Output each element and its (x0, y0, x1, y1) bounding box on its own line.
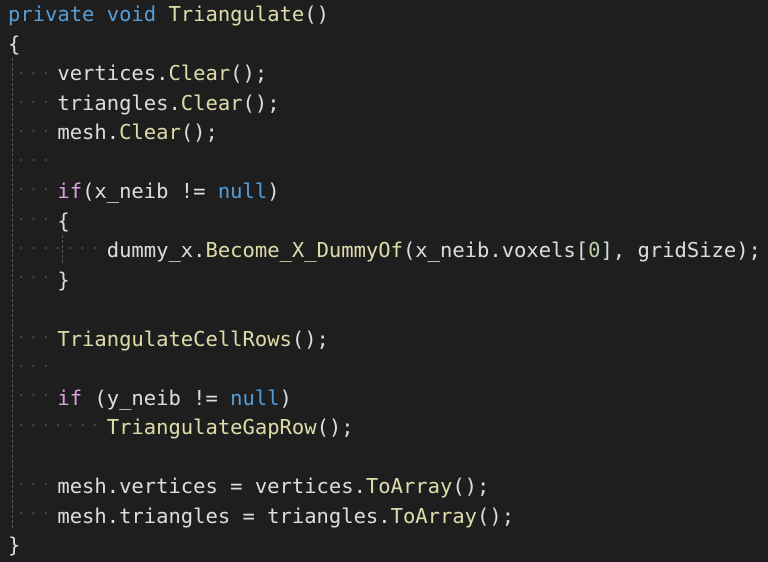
code-token: if (57, 179, 83, 203)
code-token: ], gridSize); (600, 238, 761, 262)
code-token: Clear (180, 90, 243, 115)
code-token: dummy_x. (8, 238, 206, 262)
code-line[interactable]: dummy_x.Become_X_DummyOf(x_neib.voxels[0… (8, 236, 761, 264)
code-token: Clear (119, 120, 181, 144)
code-line[interactable]: mesh.triangles = triangles.ToArray(); (8, 502, 514, 530)
code-token: null (217, 179, 268, 203)
code-token: private (8, 2, 95, 26)
code-token: null (230, 385, 280, 410)
code-token: (); (316, 415, 354, 439)
code-token: (); (291, 326, 329, 351)
code-line[interactable]: { (8, 30, 20, 58)
code-token: vertices. (8, 61, 169, 85)
code-line[interactable]: TriangulateGapRow(); (8, 413, 354, 441)
code-line[interactable]: } (8, 266, 70, 294)
code-token: (x_neib != (82, 179, 218, 203)
code-token: (x_neib.voxels[ (402, 238, 589, 262)
code-line[interactable]: vertices.Clear(); (8, 59, 267, 87)
code-token: TriangulateGapRow (106, 415, 317, 439)
code-token: } (8, 533, 21, 557)
code-token: TriangulateCellRows (57, 326, 292, 351)
code-token: mesh.triangles = triangles. (8, 503, 391, 528)
code-token: triangles. (8, 90, 181, 115)
code-token: (y_neib != (82, 385, 231, 410)
code-token: mesh. (8, 120, 120, 144)
code-line[interactable]: mesh.Clear(); (8, 118, 218, 146)
code-token: ToArray (390, 503, 478, 528)
code-line[interactable]: private void Triangulate() (8, 0, 329, 28)
code-line[interactable]: if(x_neib != null) (8, 177, 280, 205)
code-token: { (8, 31, 21, 56)
code-token: mesh.vertices = vertices. (8, 474, 366, 498)
code-line[interactable]: TriangulateCellRows(); (8, 325, 329, 353)
code-token: { (8, 208, 70, 233)
code-token: ) (267, 179, 280, 203)
code-token: (); (230, 61, 268, 85)
code-token: Triangulate (168, 2, 305, 26)
code-token: ) (279, 385, 292, 410)
code-line[interactable]: triangles.Clear(); (8, 89, 280, 117)
code-token: void (106, 2, 157, 26)
code-token: ToArray (365, 474, 453, 498)
code-editor[interactable]: private void Triangulate(){ vertices.Cle… (0, 0, 768, 562)
code-token: (); (242, 90, 280, 115)
code-line[interactable]: { (8, 207, 70, 235)
code-token: if (57, 385, 83, 410)
code-token: Become_X_DummyOf (205, 238, 403, 262)
code-token: (); (180, 120, 218, 144)
code-token: Clear (168, 61, 231, 85)
code-token: } (8, 267, 70, 292)
code-line[interactable]: } (8, 531, 20, 559)
code-token: (); (477, 503, 515, 528)
code-token: 0 (588, 238, 601, 262)
code-token: (); (452, 474, 490, 498)
code-token: () (304, 2, 329, 26)
code-line[interactable]: if (y_neib != null) (8, 384, 292, 412)
code-line[interactable]: mesh.vertices = vertices.ToArray(); (8, 472, 489, 500)
